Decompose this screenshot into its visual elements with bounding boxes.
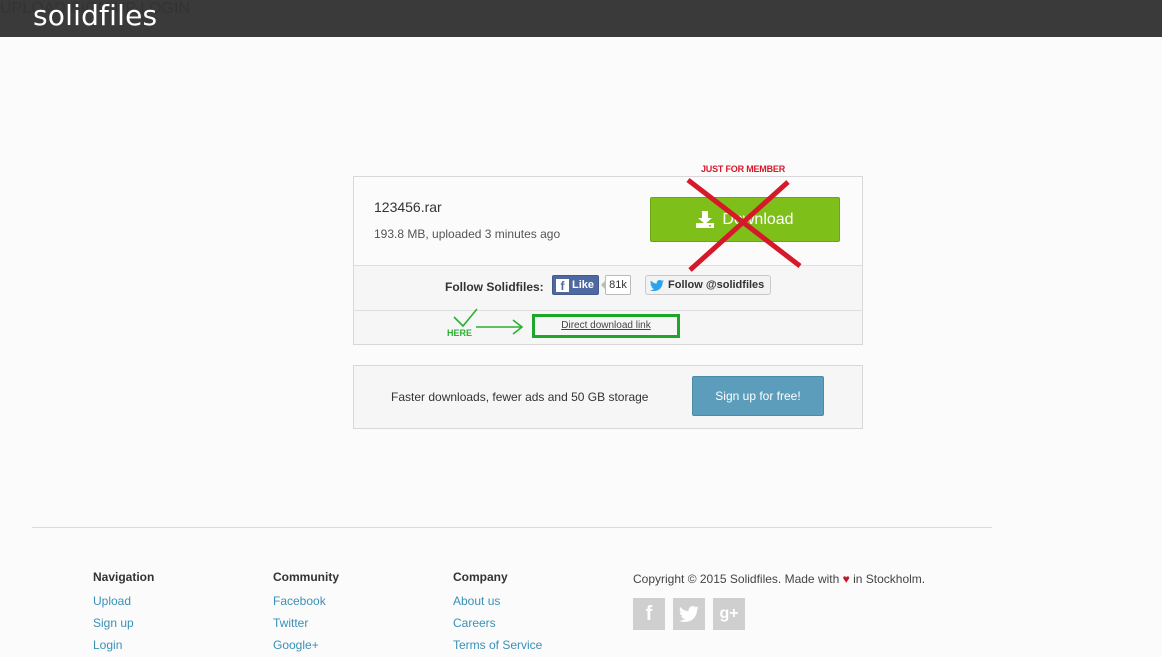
copyright-text: Copyright © 2015 Solidfiles. Made with ♥… [633, 572, 925, 586]
facebook-icon: f [556, 278, 569, 293]
member-only-annotation: JUST FOR MEMBER [701, 164, 786, 174]
footer-link-upload[interactable]: Upload [93, 590, 154, 612]
footer-link-careers[interactable]: Careers [453, 612, 542, 634]
footer-column-title: Community [273, 570, 339, 584]
signup-card: Faster downloads, fewer ads and 50 GB st… [353, 365, 863, 429]
signup-pitch: Faster downloads, fewer ads and 50 GB st… [391, 390, 649, 404]
download-label: Download [722, 210, 794, 228]
copyright-pre: Copyright © 2015 Solidfiles. Made with [633, 572, 840, 586]
footer-link-sign-up[interactable]: Sign up [93, 612, 154, 634]
copyright-post: in Stockholm. [853, 572, 926, 586]
footer-link-terms[interactable]: Terms of Service [453, 634, 542, 656]
heart-icon: ♥ [842, 572, 850, 586]
facebook-like-label: Like [572, 279, 595, 291]
footer-link-twitter[interactable]: Twitter [273, 612, 339, 634]
file-meta: 193.8 MB, uploaded 3 minutes ago [374, 227, 561, 241]
twitter-follow-label: Follow @solidfiles [668, 279, 765, 291]
footer-link-login[interactable]: Login [93, 634, 154, 656]
twitter-icon[interactable] [673, 598, 705, 630]
top-bar: solidfiles UPLOAD SIGN UP LOGIN [0, 0, 1162, 37]
here-annotation: HERE [447, 328, 473, 338]
download-icon [696, 210, 715, 228]
footer-divider [32, 527, 992, 528]
footer-column-company: Company About us Careers Terms of Servic… [453, 570, 542, 656]
download-button[interactable]: Download [650, 197, 840, 242]
file-info-section: 123456.rar 193.8 MB, uploaded 3 minutes … [354, 177, 862, 266]
file-card: 123456.rar 193.8 MB, uploaded 3 minutes … [353, 176, 863, 345]
google-plus-icon[interactable]: g+ [713, 598, 745, 630]
footer-link-facebook[interactable]: Facebook [273, 590, 339, 612]
footer-column-title: Navigation [93, 570, 155, 584]
twitter-icon [650, 279, 664, 291]
facebook-icon[interactable]: f [633, 598, 665, 630]
direct-download-link[interactable]: Direct download link [532, 314, 680, 338]
facebook-like-button[interactable]: f Like [552, 275, 599, 295]
facebook-like-count: 81k [601, 275, 631, 295]
twitter-follow-button[interactable]: Follow @solidfiles [645, 275, 771, 295]
sign-up-free-button[interactable]: Sign up for free! [692, 376, 824, 416]
follow-label: Follow Solidfiles: [445, 280, 544, 294]
solidfiles-logo[interactable]: solidfiles [33, 0, 157, 37]
file-name: 123456.rar [374, 199, 442, 215]
footer-column-navigation: Navigation Upload Sign up Login [93, 570, 154, 656]
footer-column-community: Community Facebook Twitter Google+ [273, 570, 339, 656]
footer-column-title: Company [453, 570, 508, 584]
footer-link-google-plus[interactable]: Google+ [273, 634, 339, 656]
twitter-bird-glyph [679, 606, 699, 622]
footer-link-about-us[interactable]: About us [453, 590, 542, 612]
